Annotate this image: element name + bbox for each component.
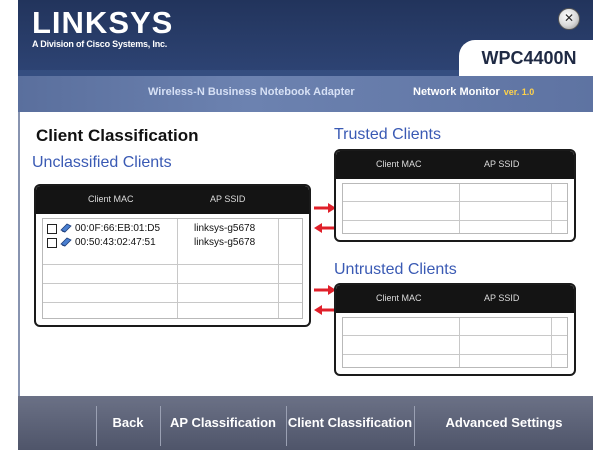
- row-checkbox[interactable]: [47, 224, 57, 234]
- close-x-icon: ✕: [563, 11, 575, 25]
- version-label: ver. 1.0: [503, 87, 535, 97]
- grid-divider: [459, 318, 460, 367]
- brand-logo: LINKSYS: [32, 5, 174, 40]
- grid-divider: [43, 283, 302, 284]
- advanced-settings-button[interactable]: Advanced Settings: [415, 396, 593, 450]
- grid-divider: [43, 264, 302, 265]
- untrusted-panel: Client MAC AP SSID: [334, 283, 576, 376]
- unclassified-grid[interactable]: 00:0F:66:EB:01:D5 linksys-g5678 00:50:43…: [42, 218, 303, 319]
- table-row[interactable]: 00:0F:66:EB:01:D5 linksys-g5678: [47, 223, 277, 236]
- network-monitor-window: LINKSYS A Division of Cisco Systems, Inc…: [18, 0, 593, 450]
- product-name: Wireless-N Business Notebook Adapter: [148, 86, 355, 98]
- grid-divider: [459, 184, 460, 233]
- untrusted-col-ssid: AP SSID: [484, 293, 520, 303]
- utility-name: Network Monitor: [413, 86, 500, 98]
- trusted-title: Trusted Clients: [334, 126, 441, 143]
- client-classification-button[interactable]: Client Classification: [287, 396, 413, 450]
- close-button[interactable]: ✕: [558, 8, 580, 30]
- trusted-panel: Client MAC AP SSID: [334, 149, 576, 242]
- grid-divider: [343, 354, 567, 355]
- ap-ssid: linksys-g5678: [194, 223, 256, 234]
- brand-tagline: A Division of Cisco Systems, Inc.: [32, 39, 168, 49]
- unclassified-panel: Client MAC AP SSID 00:0F:66:EB:01:D5 lin…: [34, 184, 311, 327]
- unclassified-title: Unclassified Clients: [32, 154, 172, 171]
- unclassified-panel-header: Client MAC AP SSID: [36, 186, 309, 214]
- back-button[interactable]: Back: [97, 396, 159, 450]
- grid-divider: [343, 220, 567, 221]
- unclassified-col-ssid: AP SSID: [210, 194, 246, 204]
- grid-divider: [343, 201, 567, 202]
- unclassified-col-mac: Client MAC: [88, 194, 134, 204]
- grid-divider: [551, 318, 552, 367]
- grid-divider: [343, 335, 567, 336]
- untrusted-col-mac: Client MAC: [376, 293, 422, 303]
- grid-divider: [43, 302, 302, 303]
- untrusted-title: Untrusted Clients: [334, 261, 457, 278]
- untrusted-panel-header: Client MAC AP SSID: [336, 285, 574, 313]
- model-label: WPC4400N: [481, 48, 577, 68]
- trusted-col-mac: Client MAC: [376, 159, 422, 169]
- ap-classification-button[interactable]: AP Classification: [161, 396, 285, 450]
- page-title: Client Classification: [36, 126, 199, 145]
- ap-ssid: linksys-g5678: [194, 237, 256, 248]
- table-row[interactable]: 00:50:43:02:47:51 linksys-g5678: [47, 237, 277, 250]
- grid-divider: [278, 219, 279, 318]
- client-mac: 00:50:43:02:47:51: [75, 237, 156, 248]
- client-mac: 00:0F:66:EB:01:D5: [75, 223, 161, 234]
- untrusted-grid[interactable]: [342, 317, 568, 368]
- wireless-device-icon: [60, 237, 72, 247]
- trusted-grid[interactable]: [342, 183, 568, 234]
- header: LINKSYS A Division of Cisco Systems, Inc…: [18, 0, 593, 112]
- grid-divider: [551, 184, 552, 233]
- row-checkbox[interactable]: [47, 238, 57, 248]
- trusted-panel-header: Client MAC AP SSID: [336, 151, 574, 179]
- utility-name-group: Network Monitor ver. 1.0: [413, 86, 534, 98]
- wireless-device-icon: [60, 223, 72, 233]
- trusted-col-ssid: AP SSID: [484, 159, 520, 169]
